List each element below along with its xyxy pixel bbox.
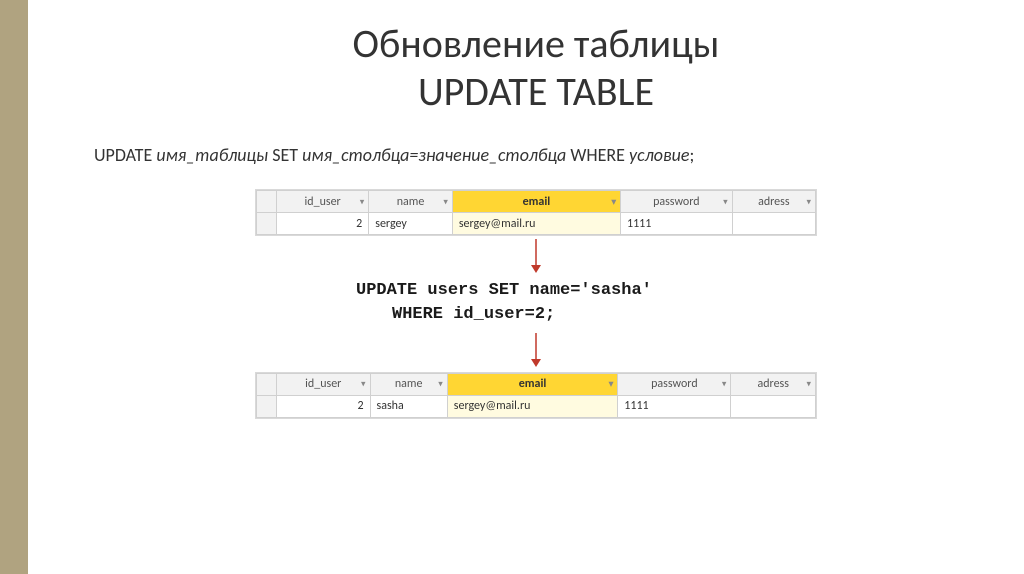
slide-title: Обновление таблицы UPDATE TABLE [88,20,984,116]
chevron-down-icon: ▾ [609,379,614,390]
chevron-down-icon: ▾ [806,196,811,207]
slide-accent-border [0,0,28,574]
cell-adress[interactable] [732,213,815,235]
table-after-wrap: id_user▾ name▾ email▾ password▾ adress▾ … [256,373,816,418]
chevron-down-icon: ▾ [443,196,448,207]
semicolon: ; [689,144,694,166]
title-line-1: Обновление таблицы [353,19,720,68]
table-header-row: id_user▾ name▾ email▾ password▾ adress▾ [257,191,816,213]
slide-content: Обновление таблицы UPDATE TABLE UPDATE и… [28,0,1024,442]
table-header-row: id_user▾ name▾ email▾ password▾ adress▾ [257,373,816,395]
title-line-2: UPDATE TABLE [418,67,654,116]
row-selector-header [257,191,277,213]
chevron-down-icon: ▾ [360,196,365,207]
cell-email[interactable]: sergey@mail.ru [452,213,620,235]
col-email[interactable]: email▾ [452,191,620,213]
col-id_user[interactable]: id_user▾ [277,373,371,395]
ph-condition: условие [629,144,689,166]
cell-id_user[interactable]: 2 [277,213,369,235]
row-selector[interactable] [257,395,277,417]
col-password[interactable]: password▾ [621,191,733,213]
table-before: id_user▾ name▾ email▾ password▾ adress▾ … [256,190,816,235]
ph-table-name: имя_таблицы [156,144,268,166]
chevron-down-icon: ▾ [806,379,811,390]
col-id_user[interactable]: id_user▾ [277,191,369,213]
ph-column-assign: имя_столбца=значение_столбца [302,144,566,166]
kw-where: WHERE [570,144,625,166]
cell-password[interactable]: 1111 [621,213,733,235]
col-email[interactable]: email▾ [447,373,618,395]
cell-id_user[interactable]: 2 [277,395,371,417]
col-name[interactable]: name▾ [370,373,447,395]
row-selector[interactable] [257,213,277,235]
col-adress[interactable]: adress▾ [732,191,815,213]
cell-adress[interactable] [731,395,816,417]
sql-statement: UPDATE users SET name='sasha' WHERE id_u… [356,279,716,327]
cell-email[interactable]: sergey@mail.ru [447,395,618,417]
chevron-down-icon: ▾ [723,196,728,207]
table-after: id_user▾ name▾ email▾ password▾ adress▾ … [256,373,816,418]
cell-password[interactable]: 1111 [618,395,731,417]
kw-set: SET [272,144,298,166]
col-name[interactable]: name▾ [369,191,453,213]
chevron-down-icon: ▾ [611,196,616,207]
arrow-down-icon [528,333,544,367]
cell-name[interactable]: sergey [369,213,453,235]
table-row: 2 sasha sergey@mail.ru 1111 [257,395,816,417]
arrow-down-icon [528,239,544,273]
col-adress[interactable]: adress▾ [731,373,816,395]
table-row: 2 sergey sergey@mail.ru 1111 [257,213,816,235]
sql-line-2: WHERE id_user=2; [356,303,716,327]
cell-name[interactable]: sasha [370,395,447,417]
chevron-down-icon: ▾ [722,379,727,390]
sql-syntax-template: UPDATE имя_таблицы SET имя_столбца=значе… [94,144,984,166]
row-selector-header [257,373,277,395]
table-before-wrap: id_user▾ name▾ email▾ password▾ adress▾ … [256,190,816,235]
chevron-down-icon: ▾ [438,379,443,390]
kw-update: UPDATE [94,144,152,166]
sql-line-1: UPDATE users SET name='sasha' [356,279,716,303]
col-password[interactable]: password▾ [618,373,731,395]
chevron-down-icon: ▾ [361,379,366,390]
